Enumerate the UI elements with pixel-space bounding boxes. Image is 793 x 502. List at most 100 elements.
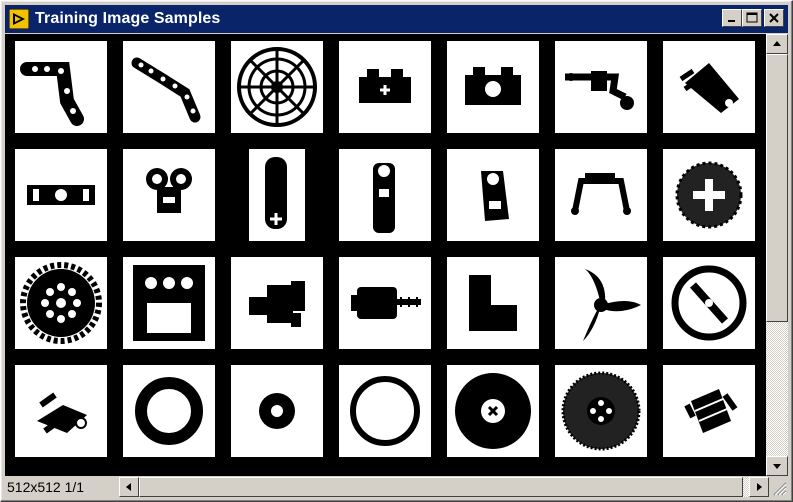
close-icon xyxy=(769,13,779,23)
scroll-down-button[interactable] xyxy=(766,456,788,476)
status-bar: 512x512 1/1 xyxy=(5,477,788,497)
sample-image xyxy=(123,365,215,457)
sample-image xyxy=(663,41,755,133)
lego-technic-lever-tall-icon xyxy=(373,163,395,233)
maximize-button[interactable] xyxy=(742,9,762,27)
sample-thumbnail[interactable] xyxy=(440,252,548,360)
sample-image xyxy=(15,257,107,349)
sample-thumbnail[interactable] xyxy=(332,252,440,360)
lego-technic-plate-hole-icon xyxy=(481,171,509,221)
sample-thumbnail[interactable] xyxy=(440,360,548,468)
sample-thumbnail[interactable] xyxy=(224,144,332,252)
arrow-down-icon xyxy=(773,464,781,469)
lego-ring-large-icon xyxy=(135,377,203,445)
lego-wheel-rim-spoked-icon xyxy=(237,47,317,127)
sample-image xyxy=(555,257,647,349)
sample-image xyxy=(339,41,431,133)
sample-thumbnail[interactable] xyxy=(116,144,224,252)
lego-L-brick-icon xyxy=(469,275,517,331)
lego-flex-coupler-icon xyxy=(684,389,738,433)
lego-technic-arm-piece-icon xyxy=(679,63,739,113)
sample-thumbnail[interactable] xyxy=(332,144,440,252)
lego-bent-liftarm-icon xyxy=(131,57,201,123)
window: Training Image Samples 512x512 1/1 xyxy=(0,0,793,502)
sample-image xyxy=(555,365,647,457)
sample-thumbnail[interactable] xyxy=(116,252,224,360)
horizontal-scroll-thumb[interactable] xyxy=(139,477,743,497)
sample-image xyxy=(555,41,647,133)
lego-tire-wide-icon xyxy=(455,373,531,449)
arrow-right-icon xyxy=(757,483,762,491)
resize-grip-icon[interactable] xyxy=(768,477,788,497)
sample-thumbnail[interactable] xyxy=(116,360,224,468)
sample-thumbnail[interactable] xyxy=(656,36,764,144)
lego-brick-2x3-holes-icon xyxy=(133,265,205,341)
sample-thumbnail[interactable] xyxy=(8,252,116,360)
sample-thumbnail[interactable] xyxy=(548,252,656,360)
sample-image xyxy=(663,149,755,241)
lego-gear-40-tooth-icon xyxy=(20,262,102,344)
lego-steering-wheel-icon xyxy=(671,265,747,341)
sample-thumbnail[interactable] xyxy=(224,360,332,468)
sample-image xyxy=(447,257,539,349)
sample-thumbnail[interactable] xyxy=(8,36,116,144)
lego-motor-with-axle-icon xyxy=(351,287,421,319)
scroll-left-button[interactable] xyxy=(119,477,139,497)
sample-thumbnail[interactable] xyxy=(548,36,656,144)
sample-thumbnail[interactable] xyxy=(440,144,548,252)
lego-tire-rim-dark-icon xyxy=(561,371,641,451)
sample-image xyxy=(231,41,323,133)
lego-propeller-3-blade-icon xyxy=(583,269,641,341)
sample-image xyxy=(15,365,107,457)
lego-technic-lever-icon xyxy=(231,149,323,241)
image-viewport[interactable] xyxy=(5,34,766,476)
maximize-icon xyxy=(746,12,758,23)
lego-technic-fork-icon xyxy=(37,392,87,434)
sample-thumbnail[interactable] xyxy=(332,36,440,144)
lego-brick-1x2-cross-icon xyxy=(359,69,411,103)
sample-image xyxy=(339,149,431,241)
vertical-scrollbar[interactable] xyxy=(766,34,788,476)
sample-image xyxy=(339,365,431,457)
window-title: Training Image Samples xyxy=(35,10,221,27)
lego-brick-1x2-hole-icon xyxy=(465,67,521,105)
sample-thumbnail[interactable] xyxy=(656,144,764,252)
sample-thumbnail[interactable] xyxy=(440,36,548,144)
lego-steering-bracket-icon xyxy=(571,173,631,215)
sample-image xyxy=(447,365,539,457)
sample-thumbnail[interactable] xyxy=(8,144,116,252)
close-button[interactable] xyxy=(764,9,784,27)
sample-image xyxy=(123,41,215,133)
lego-technic-beam-1x4-icon xyxy=(27,185,95,205)
sample-thumbnail[interactable] xyxy=(332,360,440,468)
lego-technic-axle-connector-icon xyxy=(249,281,305,327)
sample-image xyxy=(555,149,647,241)
horizontal-scrollbar[interactable] xyxy=(119,477,769,497)
sample-thumbnail[interactable] xyxy=(548,144,656,252)
scroll-right-button[interactable] xyxy=(749,477,769,497)
lego-double-pin-connector-icon xyxy=(146,168,192,213)
sample-thumbnail[interactable] xyxy=(548,360,656,468)
scroll-up-button[interactable] xyxy=(766,34,788,54)
sample-thumbnail[interactable] xyxy=(224,36,332,144)
arrow-up-icon xyxy=(773,41,781,46)
minimize-button[interactable] xyxy=(722,9,742,27)
sample-thumbnail[interactable] xyxy=(224,252,332,360)
sample-image xyxy=(663,365,755,457)
lego-ring-small-icon xyxy=(259,393,295,429)
sample-image xyxy=(447,41,539,133)
sample-image xyxy=(663,257,755,349)
sample-thumbnail[interactable] xyxy=(8,360,116,468)
lego-tire-thin-icon xyxy=(350,376,420,446)
vertical-scroll-thumb[interactable] xyxy=(766,54,788,322)
lego-technic-connector-arm-icon xyxy=(565,71,634,110)
sample-thumbnail[interactable] xyxy=(656,360,764,468)
labview-app-icon[interactable] xyxy=(9,9,29,29)
titlebar[interactable]: Training Image Samples xyxy=(5,5,788,33)
sample-image xyxy=(123,149,215,241)
sample-thumbnail[interactable] xyxy=(116,36,224,144)
sample-image xyxy=(15,41,107,133)
image-info-label: 512x512 1/1 xyxy=(7,479,85,495)
sample-image xyxy=(123,257,215,349)
sample-thumbnail[interactable] xyxy=(656,252,764,360)
